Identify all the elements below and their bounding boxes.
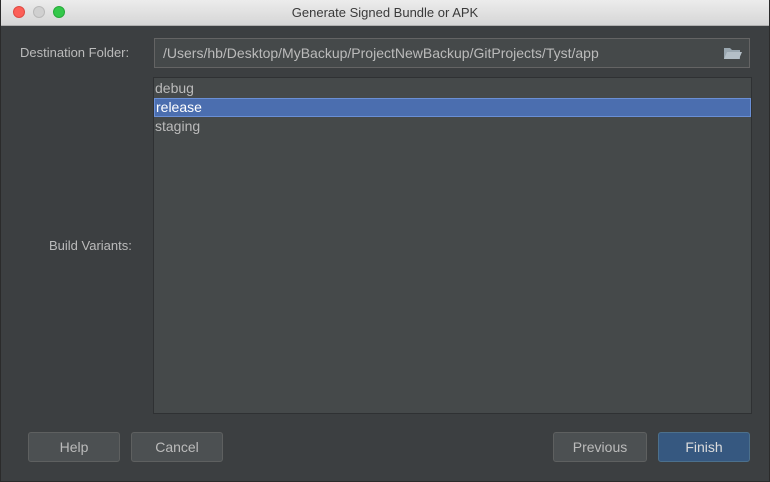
destination-folder-value[interactable]: /Users/hb/Desktop/MyBackup/ProjectNewBac…: [163, 45, 599, 61]
destination-folder-field[interactable]: /Users/hb/Desktop/MyBackup/ProjectNewBac…: [154, 38, 750, 68]
cancel-button[interactable]: Cancel: [131, 432, 223, 462]
build-variants-list[interactable]: debug release staging: [153, 77, 752, 414]
generate-signed-apk-dialog: Generate Signed Bundle or APK Destinatio…: [0, 0, 770, 482]
window-title: Generate Signed Bundle or APK: [291, 5, 479, 20]
finish-button[interactable]: Finish: [658, 432, 750, 462]
help-button[interactable]: Help: [28, 432, 120, 462]
destination-folder-label: Destination Folder:: [20, 45, 130, 60]
list-item-debug[interactable]: debug: [154, 79, 751, 98]
folder-icon[interactable]: [723, 45, 743, 61]
build-variants-label: Build Variants:: [49, 238, 132, 253]
list-item-staging[interactable]: staging: [154, 117, 751, 136]
list-item-release[interactable]: release: [154, 98, 751, 117]
previous-button[interactable]: Previous: [553, 432, 647, 462]
title-bar: Generate Signed Bundle or APK: [1, 0, 769, 26]
